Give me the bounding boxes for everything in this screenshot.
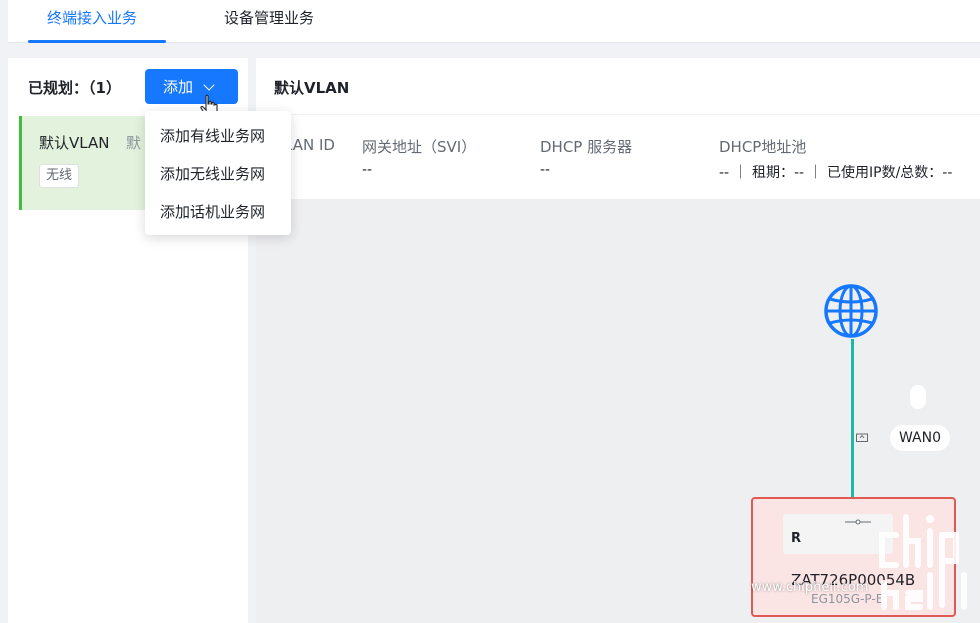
menu-item-add-phone[interactable]: 添加话机业务网	[160, 201, 265, 222]
tab-bar: 终端接入业务 设备管理业务	[8, 0, 980, 43]
active-tab-indicator	[28, 40, 166, 43]
planned-count-label: 已规划：（1）	[28, 79, 121, 97]
gateway-value: --	[362, 162, 373, 178]
chiphell-watermark-logo	[879, 514, 967, 610]
menu-item-add-wireless[interactable]: 添加无线业务网	[160, 163, 265, 184]
dhcp-pool-header: DHCP地址池	[719, 138, 807, 156]
gateway-header: 网关地址（SVI）	[362, 138, 477, 156]
router-badge: R	[791, 531, 802, 546]
watermark-url: www.chiphell.com	[751, 580, 869, 595]
wan-port-label: WAN0	[890, 425, 950, 451]
add-button[interactable]: 添加	[145, 69, 238, 104]
vlan-card-title: 默认VLAN	[39, 134, 110, 152]
add-dropdown-menu: 添加有线业务网 添加无线业务网 添加话机业务网	[145, 111, 291, 235]
ethernet-port-icon	[856, 433, 868, 442]
vlan-detail-header: 默认VLAN	[256, 58, 980, 114]
tab-device-management[interactable]: 设备管理业务	[224, 7, 314, 28]
globe-icon[interactable]	[823, 283, 879, 339]
topology-canvas: WAN0 R ZAT726P00054B EG105G-P-E	[256, 199, 980, 623]
chevron-down-icon	[203, 78, 215, 91]
vlan-detail-title: 默认VLAN	[274, 79, 350, 97]
vlan-info-bar: LAN ID 网关地址（SVI） -- DHCP 服务器 -- DHCP地址池 …	[256, 115, 980, 199]
port-indicator	[910, 385, 926, 409]
vlan-card-title-extra: 默	[126, 134, 142, 152]
tab-terminal-access[interactable]: 终端接入业务	[47, 7, 137, 28]
add-button-label: 添加	[163, 78, 194, 96]
dhcp-server-header: DHCP 服务器	[540, 138, 633, 156]
vlan-id-header: LAN ID	[284, 136, 335, 154]
wireless-tag: 无线	[39, 164, 80, 188]
menu-item-add-wired[interactable]: 添加有线业务网	[160, 125, 265, 146]
dhcp-server-value: --	[540, 162, 551, 178]
dhcp-pool-value: -- ｜ 租期：-- ｜ 已使用IP数/总数：--	[719, 165, 953, 181]
wan-link-line	[851, 339, 854, 499]
led-indicator-icon	[845, 519, 871, 525]
